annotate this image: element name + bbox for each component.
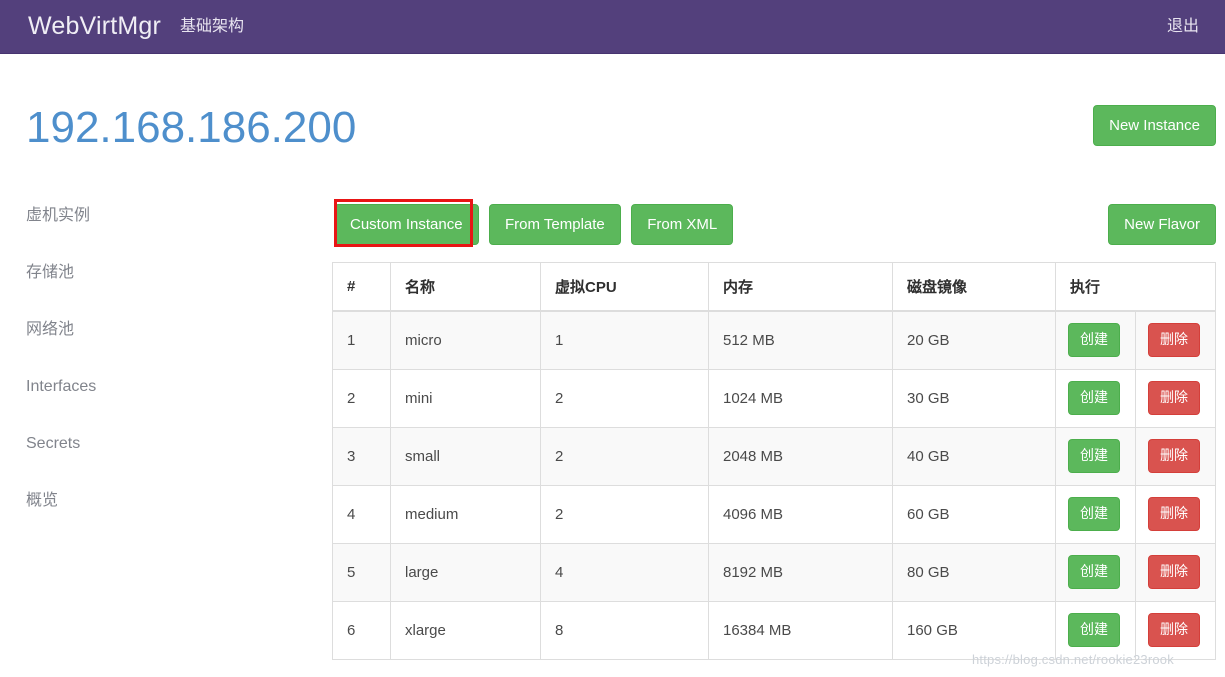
- cell-create-action: 创建: [1055, 426, 1136, 486]
- page-title: 192.168.186.200: [26, 103, 357, 152]
- column-header-name: 名称: [390, 262, 541, 312]
- cell-index: 3: [332, 426, 391, 486]
- cell-index: 5: [332, 542, 391, 602]
- cell-disk: 80 GB: [892, 542, 1056, 602]
- instance-create-button-group: Custom Instance From Template From XML: [334, 204, 739, 246]
- create-button[interactable]: 创建: [1068, 323, 1120, 358]
- cell-name: mini: [390, 368, 541, 428]
- column-header-memory: 内存: [708, 262, 893, 312]
- cell-name: medium: [390, 484, 541, 544]
- cell-create-action: 创建: [1055, 484, 1136, 544]
- create-button[interactable]: 创建: [1068, 381, 1120, 415]
- new-flavor-button[interactable]: New Flavor: [1108, 204, 1216, 246]
- cell-memory: 1024 MB: [708, 368, 893, 428]
- cell-index: 6: [332, 600, 391, 660]
- cell-disk: 40 GB: [892, 426, 1056, 486]
- cell-index: 2: [332, 368, 391, 428]
- sidebar-item-overview[interactable]: 概览: [26, 490, 266, 512]
- sidebar-item-network-pools[interactable]: 网络池: [26, 319, 266, 341]
- nav-item-logout[interactable]: 退出: [1167, 15, 1199, 39]
- cell-create-action: 创建: [1055, 542, 1136, 602]
- table-row: 5 large 4 8192 MB 80 GB 创建 删除: [332, 542, 1216, 602]
- column-header-index: #: [332, 262, 391, 312]
- custom-instance-button[interactable]: Custom Instance: [334, 204, 479, 246]
- cell-disk: 20 GB: [892, 310, 1056, 370]
- cell-vcpu: 8: [540, 600, 709, 660]
- flavor-table: # 名称 虚拟CPU 内存 磁盘镜像 执行 1 micro 1 512 MB 20 GB…: [332, 262, 1216, 660]
- cell-memory: 16384 MB: [708, 600, 893, 660]
- cell-vcpu: 2: [540, 484, 709, 544]
- cell-create-action: 创建: [1055, 600, 1136, 660]
- delete-button[interactable]: 删除: [1148, 439, 1200, 473]
- delete-button[interactable]: 删除: [1148, 381, 1200, 415]
- cell-name: large: [390, 542, 541, 602]
- table-row: 2 mini 2 1024 MB 30 GB 创建 删除: [332, 368, 1216, 428]
- cell-vcpu: 2: [540, 426, 709, 486]
- cell-name: xlarge: [390, 600, 541, 660]
- flavor-table-body: 1 micro 1 512 MB 20 GB 创建 删除 2 mini 2 1024 MB 30 GB…: [332, 310, 1216, 660]
- sidebar-item-interfaces[interactable]: Interfaces: [26, 376, 266, 398]
- sidebar-item-instances[interactable]: 虚机实例: [26, 205, 266, 227]
- cell-disk: 160 GB: [892, 600, 1056, 660]
- cell-disk: 30 GB: [892, 368, 1056, 428]
- delete-button[interactable]: 删除: [1148, 555, 1200, 589]
- cell-create-action: 创建: [1055, 310, 1136, 370]
- cell-memory: 2048 MB: [708, 426, 893, 486]
- from-xml-button[interactable]: From XML: [631, 204, 734, 246]
- cell-delete-action: 删除: [1135, 600, 1216, 660]
- create-button[interactable]: 创建: [1068, 439, 1120, 473]
- top-navbar: WebVirtMgr 基础架构 退出: [0, 0, 1225, 54]
- cell-vcpu: 1: [540, 310, 709, 370]
- delete-button[interactable]: 删除: [1148, 497, 1200, 531]
- column-header-vcpu: 虚拟CPU: [540, 262, 709, 312]
- cell-create-action: 创建: [1055, 368, 1136, 428]
- table-row: 3 small 2 2048 MB 40 GB 创建 删除: [332, 426, 1216, 486]
- column-header-disk: 磁盘镜像: [892, 262, 1056, 312]
- column-header-actions: 执行: [1055, 262, 1216, 312]
- from-template-button[interactable]: From Template: [489, 204, 621, 246]
- sidebar-nav: 虚机实例 存储池 网络池 Interfaces Secrets 概览: [26, 205, 266, 547]
- cell-disk: 60 GB: [892, 484, 1056, 544]
- cell-name: micro: [390, 310, 541, 370]
- cell-memory: 512 MB: [708, 310, 893, 370]
- cell-name: small: [390, 426, 541, 486]
- brand-logo[interactable]: WebVirtMgr: [28, 10, 161, 42]
- sidebar-item-secrets[interactable]: Secrets: [26, 433, 266, 455]
- table-row: 1 micro 1 512 MB 20 GB 创建 删除: [332, 310, 1216, 370]
- cell-vcpu: 4: [540, 542, 709, 602]
- table-row: 4 medium 2 4096 MB 60 GB 创建 删除: [332, 484, 1216, 544]
- cell-vcpu: 2: [540, 368, 709, 428]
- sidebar-item-storage-pools[interactable]: 存储池: [26, 262, 266, 284]
- new-instance-button[interactable]: New Instance: [1093, 105, 1216, 147]
- table-row: 6 xlarge 8 16384 MB 160 GB 创建 删除: [332, 600, 1216, 660]
- delete-button[interactable]: 删除: [1148, 613, 1200, 647]
- nav-item-infrastructure[interactable]: 基础架构: [180, 15, 244, 39]
- create-button[interactable]: 创建: [1068, 613, 1120, 647]
- table-header-row: # 名称 虚拟CPU 内存 磁盘镜像 执行: [332, 262, 1216, 312]
- cell-delete-action: 删除: [1135, 426, 1216, 486]
- flavor-table-head: # 名称 虚拟CPU 内存 磁盘镜像 执行: [332, 262, 1216, 312]
- cell-memory: 8192 MB: [708, 542, 893, 602]
- cell-delete-action: 删除: [1135, 310, 1216, 370]
- cell-memory: 4096 MB: [708, 484, 893, 544]
- create-button[interactable]: 创建: [1068, 497, 1120, 531]
- cell-delete-action: 删除: [1135, 542, 1216, 602]
- cell-delete-action: 删除: [1135, 368, 1216, 428]
- cell-index: 1: [332, 310, 391, 370]
- delete-button[interactable]: 删除: [1148, 323, 1200, 358]
- cell-index: 4: [332, 484, 391, 544]
- create-button[interactable]: 创建: [1068, 555, 1120, 589]
- cell-delete-action: 删除: [1135, 484, 1216, 544]
